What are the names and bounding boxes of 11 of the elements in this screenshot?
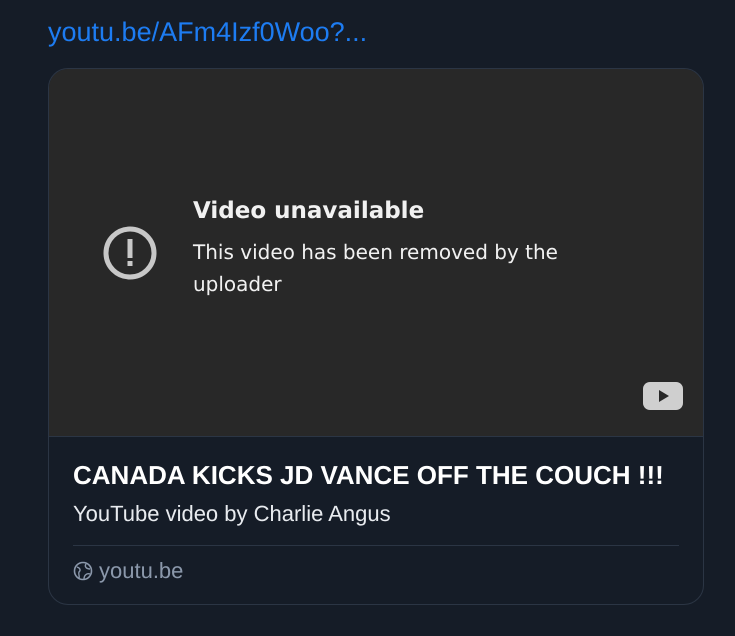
link-preview-card[interactable]: Video unavailable This video has been removed by the uploader CANADA KICKS JD VANCE OFF THE COUCH !!! YouTube video by Charlie Angus youtu.be bbox=[48, 68, 704, 605]
video-player[interactable]: Video unavailable This video has been removed by the uploader bbox=[49, 69, 703, 437]
video-subtitle: YouTube video by Charlie Angus bbox=[73, 499, 679, 546]
domain-text: youtu.be bbox=[99, 558, 184, 584]
play-icon[interactable] bbox=[643, 382, 683, 410]
video-title: CANADA KICKS JD VANCE OFF THE COUCH !!! bbox=[73, 459, 665, 492]
error-message: This video has been removed by the uploader bbox=[193, 238, 559, 298]
error-title: Video unavailable bbox=[193, 198, 426, 224]
url-link[interactable]: youtu.be/AFm4Izf0Woo?... bbox=[48, 14, 368, 50]
warning-icon bbox=[103, 226, 157, 280]
globe-icon bbox=[73, 561, 93, 581]
